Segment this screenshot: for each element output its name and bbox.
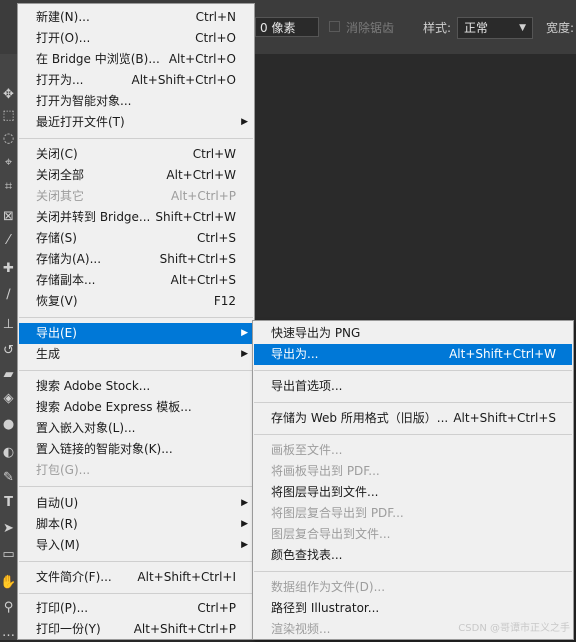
submenu-item-layers-to-files[interactable]: 将图层导出到文件... xyxy=(254,482,572,503)
menu-item-open-recent[interactable]: 最近打开文件(T) ▶ xyxy=(19,112,253,133)
eyedropper-tool-icon[interactable]: ⁄ xyxy=(0,232,17,250)
marquee-tool-icon[interactable]: ⬚ xyxy=(0,107,17,125)
menu-item-close-all[interactable]: 关闭全部 Alt+Ctrl+W xyxy=(19,165,253,186)
menu-item-search-adobe-stock[interactable]: 搜索 Adobe Stock... xyxy=(19,376,253,397)
menu-separator xyxy=(254,370,572,371)
export-submenu: 快速导出为 PNG 导出为... Alt+Shift+Ctrl+W 导出首选项..… xyxy=(252,320,574,640)
blur-tool-icon[interactable]: ● xyxy=(0,416,17,434)
menu-item-file-info[interactable]: 文件简介(F)... Alt+Shift+Ctrl+I xyxy=(19,567,253,588)
menu-separator xyxy=(254,571,572,572)
menu-separator xyxy=(19,138,253,139)
rectangle-tool-icon[interactable]: ▭ xyxy=(0,546,17,564)
submenu-item-data-sets-as-files[interactable]: 数据组作为文件(D)... xyxy=(254,577,572,598)
submenu-item-layer-comps-to-pdf[interactable]: 将图层复合导出到 PDF... xyxy=(254,503,572,524)
submenu-item-artboards-to-pdf[interactable]: 将画板导出到 PDF... xyxy=(254,461,572,482)
submenu-arrow-icon: ▶ xyxy=(241,117,248,127)
menu-item-scripts[interactable]: 脚本(R) ▶ xyxy=(19,514,253,535)
menu-separator xyxy=(19,561,253,562)
menu-item-open-as-smart-object[interactable]: 打开为智能对象... xyxy=(19,91,253,112)
style-select-value: 正常 xyxy=(464,21,489,35)
lasso-tool-icon[interactable]: ◌ xyxy=(0,130,17,148)
submenu-item-artboards-to-files[interactable]: 画板至文件... xyxy=(254,440,572,461)
submenu-arrow-icon: ▶ xyxy=(241,540,248,550)
menu-separator xyxy=(19,370,253,371)
menu-separator xyxy=(19,593,253,594)
menu-item-print-one-copy[interactable]: 打印一份(Y) Alt+Shift+Ctrl+P xyxy=(19,619,253,640)
hand-tool-icon[interactable]: ✋ xyxy=(0,574,17,592)
style-select[interactable]: 正常 ▼ xyxy=(457,17,533,39)
menu-item-close[interactable]: 关闭(C) Ctrl+W xyxy=(19,144,253,165)
width-label: 宽度: xyxy=(546,21,575,35)
tools-panel: ✥ ⬚ ◌ ⌖ ⌗ ⊠ ⁄ ✚ ∕ ⊥ ↺ ▰ ◈ ● ◐ ✎ T ➤ ▭ ✋ … xyxy=(0,54,17,640)
frame-tool-icon[interactable]: ⊠ xyxy=(0,208,17,226)
menu-item-place-embedded[interactable]: 置入嵌入对象(L)... xyxy=(19,418,253,439)
menu-item-new[interactable]: 新建(N)... Ctrl+N xyxy=(19,7,253,28)
style-label: 样式: xyxy=(423,21,452,35)
pen-tool-icon[interactable]: ✎ xyxy=(0,469,17,487)
antialias-label: 消除锯齿 xyxy=(346,21,395,35)
menu-item-place-linked[interactable]: 置入链接的智能对象(K)... xyxy=(19,439,253,460)
watermark: CSDN @哥谭市正义之手 xyxy=(458,623,570,634)
submenu-arrow-icon: ▶ xyxy=(241,498,248,508)
submenu-item-export-preferences[interactable]: 导出首选项... xyxy=(254,376,572,397)
submenu-item-save-for-web-legacy[interactable]: 存储为 Web 所用格式（旧版）... Alt+Shift+Ctrl+S xyxy=(254,408,572,429)
menu-item-search-adobe-express-templates[interactable]: 搜索 Adobe Express 模板... xyxy=(19,397,253,418)
antialias-checkbox[interactable] xyxy=(329,21,340,32)
crop-tool-icon[interactable]: ⌗ xyxy=(0,178,17,196)
clone-stamp-tool-icon[interactable]: ⊥ xyxy=(0,316,17,334)
move-tool-icon[interactable]: ✥ xyxy=(0,86,17,104)
menu-item-open[interactable]: 打开(O)... Ctrl+O xyxy=(19,28,253,49)
submenu-item-paths-to-illustrator[interactable]: 路径到 Illustrator... xyxy=(254,598,572,619)
submenu-arrow-icon: ▶ xyxy=(241,349,248,359)
eraser-tool-icon[interactable]: ▰ xyxy=(0,366,17,384)
quick-select-tool-icon[interactable]: ⌖ xyxy=(0,154,17,172)
menu-item-generate[interactable]: 生成 ▶ xyxy=(19,344,253,365)
more-tools-icon[interactable]: … xyxy=(0,624,17,642)
menu-item-import[interactable]: 导入(M) ▶ xyxy=(19,535,253,556)
feather-input[interactable]: 0 像素 xyxy=(255,17,319,37)
menu-item-close-others[interactable]: 关闭其它 Alt+Ctrl+P xyxy=(19,186,253,207)
menu-separator xyxy=(19,486,253,487)
menu-separator xyxy=(19,317,253,318)
menu-item-browse-in-bridge[interactable]: 在 Bridge 中浏览(B)... Alt+Ctrl+O xyxy=(19,49,253,70)
submenu-item-color-lookup-tables[interactable]: 颜色查找表... xyxy=(254,545,572,566)
submenu-item-quick-export-png[interactable]: 快速导出为 PNG xyxy=(254,323,572,344)
submenu-item-layer-comps-to-files[interactable]: 图层复合导出到文件... xyxy=(254,524,572,545)
chevron-down-icon: ▼ xyxy=(519,23,526,33)
brush-tool-icon[interactable]: ∕ xyxy=(0,286,17,304)
healing-brush-tool-icon[interactable]: ✚ xyxy=(0,260,17,278)
menu-item-automate[interactable]: 自动(U) ▶ xyxy=(19,493,253,514)
file-menu: 新建(N)... Ctrl+N 打开(O)... Ctrl+O 在 Bridge 中… xyxy=(17,3,255,640)
submenu-item-export-as[interactable]: 导出为... Alt+Shift+Ctrl+W xyxy=(254,344,572,365)
dodge-tool-icon[interactable]: ◐ xyxy=(0,444,17,462)
menu-separator xyxy=(254,402,572,403)
menu-item-print[interactable]: 打印(P)... Ctrl+P xyxy=(19,598,253,619)
menu-item-open-as[interactable]: 打开为... Alt+Shift+Ctrl+O xyxy=(19,70,253,91)
menu-separator xyxy=(254,434,572,435)
menu-item-package[interactable]: 打包(G)... xyxy=(19,460,253,481)
menu-item-revert[interactable]: 恢复(V) F12 xyxy=(19,291,253,312)
type-tool-icon[interactable]: T xyxy=(0,494,17,512)
submenu-arrow-icon: ▶ xyxy=(241,328,248,338)
submenu-arrow-icon: ▶ xyxy=(241,519,248,529)
paint-bucket-tool-icon[interactable]: ◈ xyxy=(0,390,17,408)
history-brush-tool-icon[interactable]: ↺ xyxy=(0,342,17,360)
menu-item-save-as[interactable]: 存储为(A)... Shift+Ctrl+S xyxy=(19,249,253,270)
menu-item-export[interactable]: 导出(E) ▶ xyxy=(19,323,253,344)
menu-item-save-a-copy[interactable]: 存储副本... Alt+Ctrl+S xyxy=(19,270,253,291)
menu-item-save[interactable]: 存储(S) Ctrl+S xyxy=(19,228,253,249)
menu-item-close-and-go-to-bridge[interactable]: 关闭并转到 Bridge... Shift+Ctrl+W xyxy=(19,207,253,228)
path-selection-tool-icon[interactable]: ➤ xyxy=(0,520,17,538)
zoom-tool-icon[interactable]: ⚲ xyxy=(0,599,17,617)
